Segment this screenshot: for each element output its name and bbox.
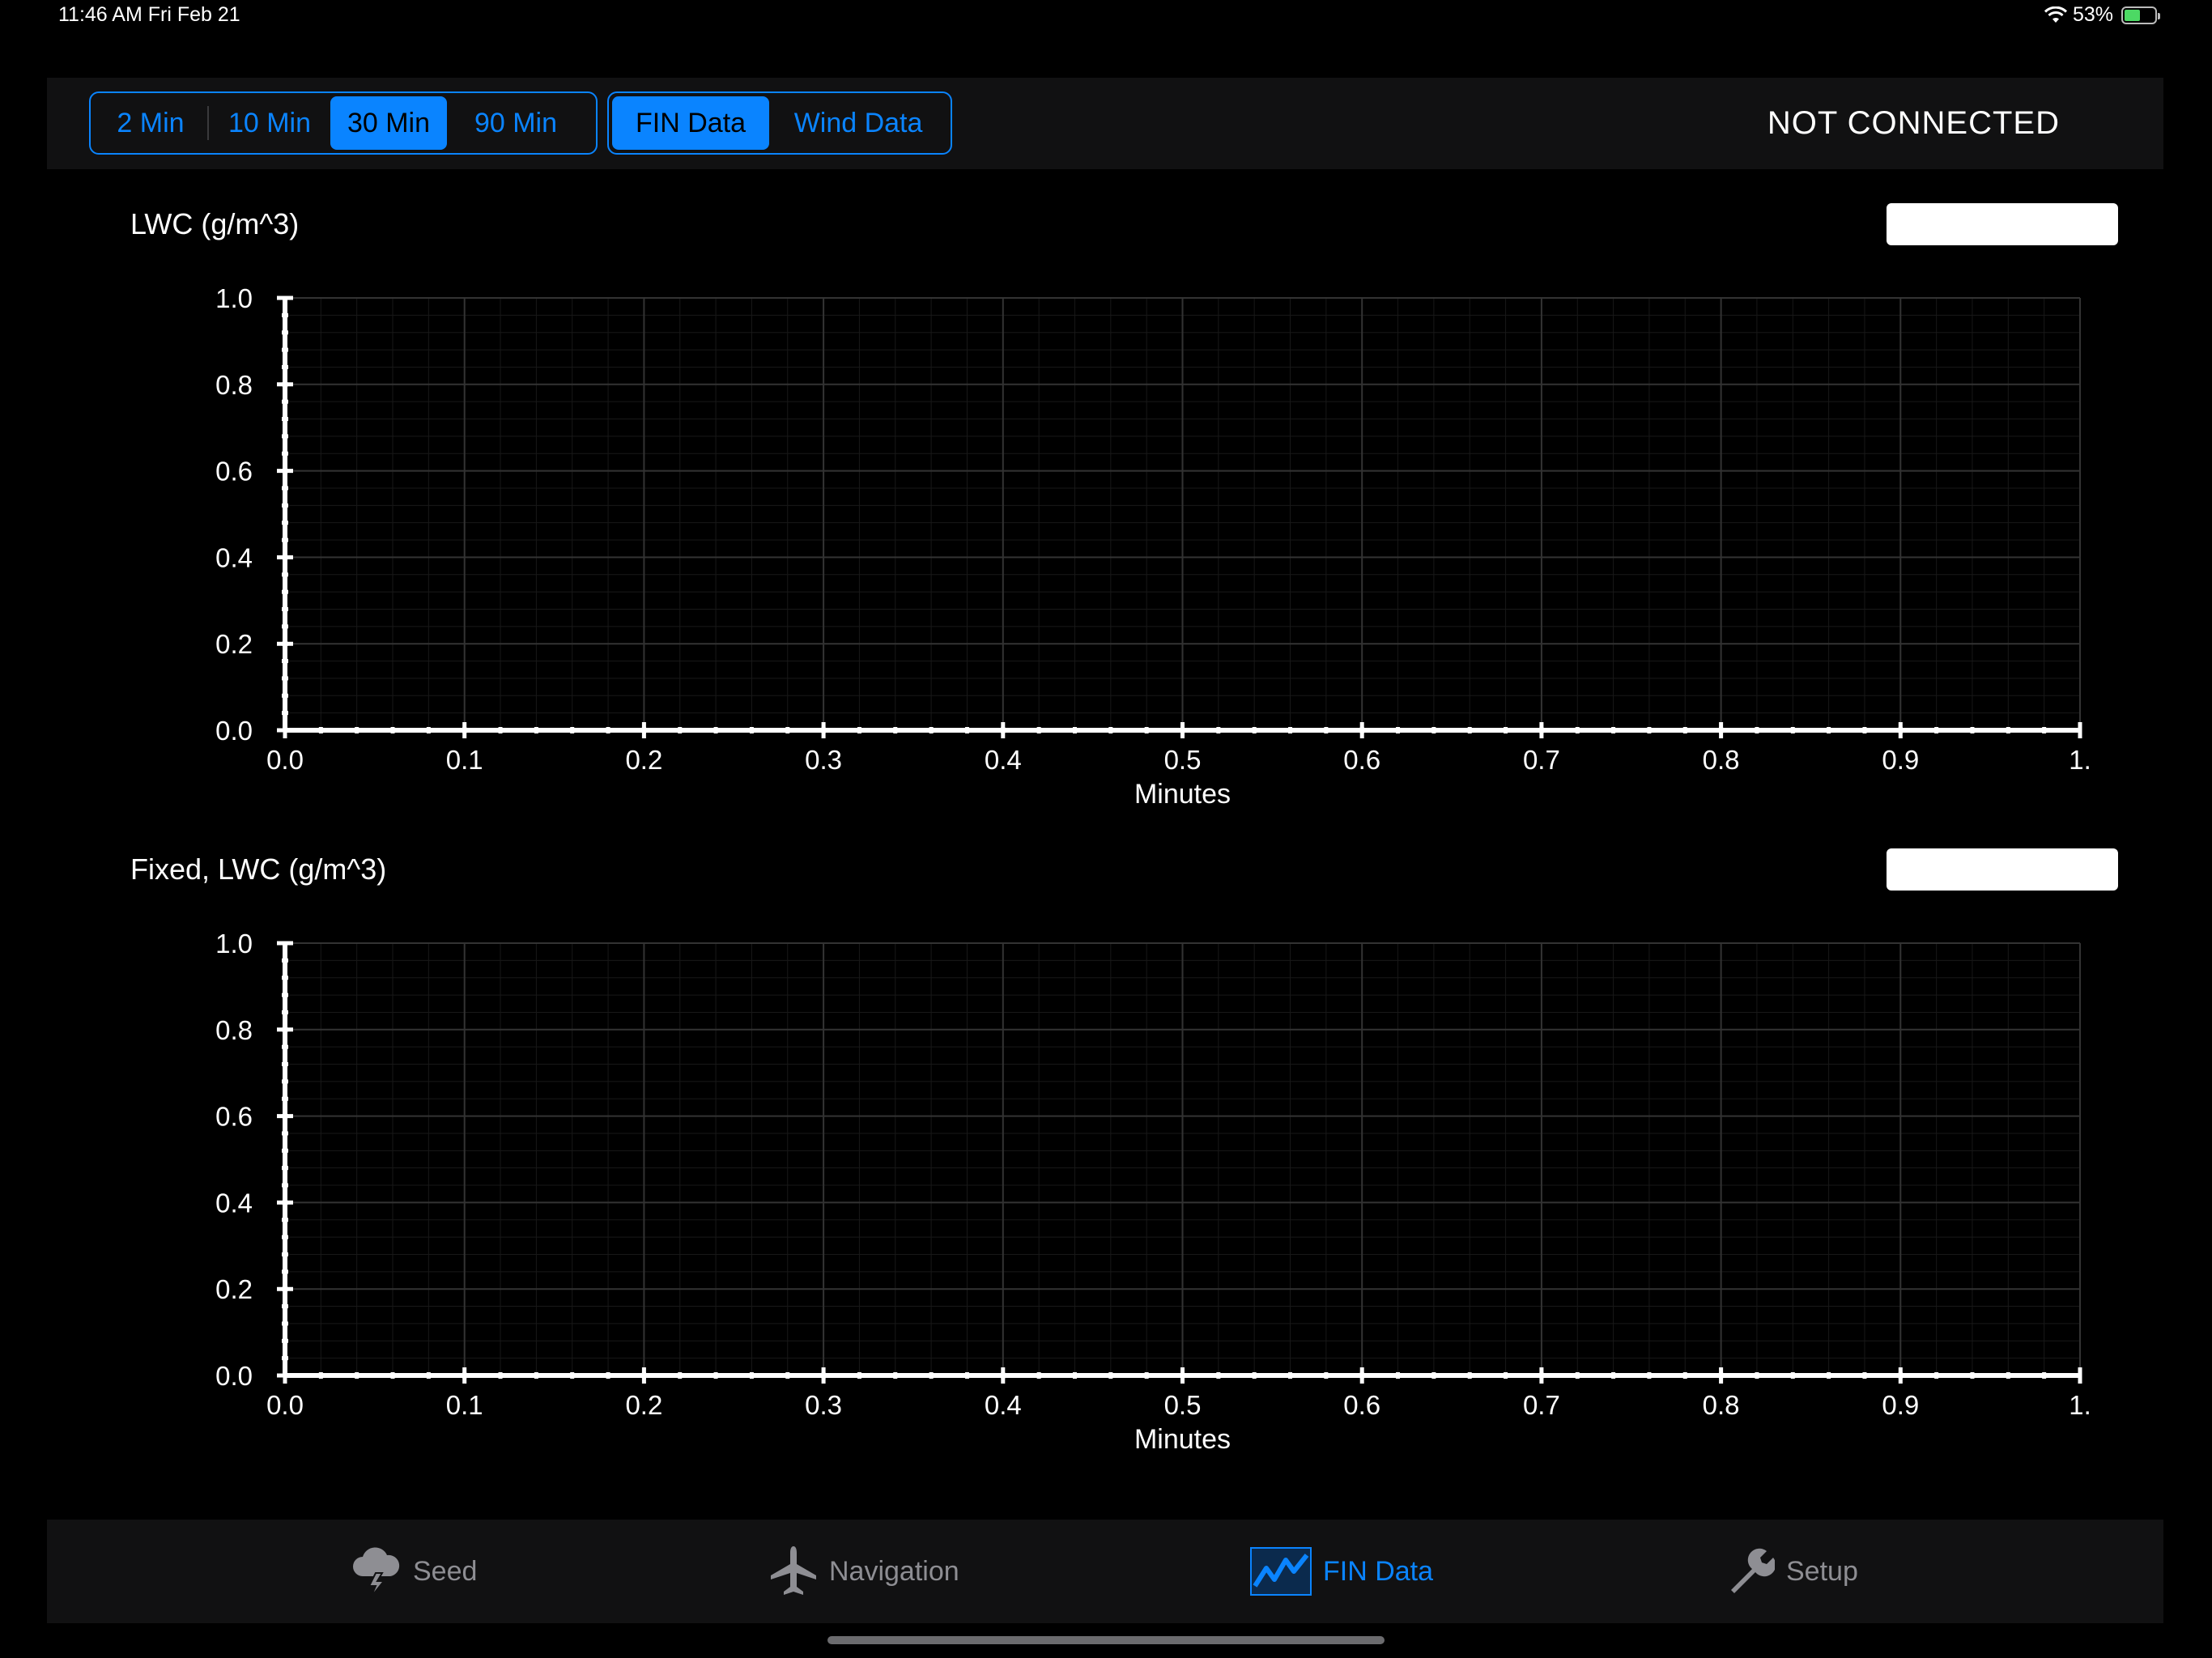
x-tick-label: 0.1	[446, 1390, 483, 1420]
y-tick-label: 0.2	[215, 629, 253, 659]
x-tick-label: 0.7	[1523, 745, 1560, 775]
tab-navigation-label: Navigation	[829, 1555, 959, 1587]
tab-bar: Seed Navigation FIN Data Setup	[47, 1520, 2163, 1623]
y-tick-label: 0.6	[215, 457, 253, 487]
x-tick-label: 0.3	[805, 1390, 842, 1420]
tab-navigation[interactable]: Navigation	[769, 1520, 959, 1623]
y-tick-label: 0.6	[215, 1102, 253, 1132]
x-tick-label: 0.5	[1164, 1390, 1202, 1420]
y-tick-label: 0.0	[215, 716, 253, 746]
tab-fin-data[interactable]: FIN Data	[1250, 1520, 1433, 1623]
x-tick-label: 0.6	[1343, 745, 1380, 775]
x-tick-label: 0.1	[446, 745, 483, 775]
tab-seed[interactable]: Seed	[351, 1520, 477, 1623]
y-tick-label: 0.2	[215, 1274, 253, 1304]
wrench-icon	[1731, 1548, 1775, 1593]
x-tick-label: 0.3	[805, 745, 842, 775]
x-axis-title: Minutes	[1134, 1424, 1231, 1455]
y-tick-label: 0.4	[215, 542, 253, 572]
x-tick-label: 0.8	[1703, 745, 1740, 775]
y-tick-label: 1.0	[215, 283, 253, 313]
x-tick-label: 0.2	[625, 745, 662, 775]
x-tick-label: 0.9	[1882, 1390, 1919, 1420]
cloud-lightning-icon	[353, 1547, 400, 1598]
x-tick-label: 0.2	[625, 1390, 662, 1420]
chart-1: 0.0 0.1 0.2 0.3 0.4 0.5 0.6 0.7 0.8 0.9 1. 0.0 0.2 0.…	[215, 283, 2091, 810]
x-tick-label: 1.	[2069, 745, 2091, 775]
line-chart-icon	[1250, 1547, 1312, 1596]
tab-setup[interactable]: Setup	[1726, 1520, 1858, 1623]
y-tick-label: 0.0	[215, 1361, 253, 1391]
x-tick-label: 0.9	[1882, 745, 1919, 775]
x-tick-label: 1.	[2069, 1390, 2091, 1420]
x-tick-label: 0.7	[1523, 1390, 1560, 1420]
y-tick-label: 0.4	[215, 1188, 253, 1218]
y-tick-label: 0.8	[215, 370, 253, 400]
x-tick-label: 0.0	[266, 1390, 304, 1420]
tab-seed-label: Seed	[413, 1555, 478, 1587]
x-tick-label: 0.6	[1343, 1390, 1380, 1420]
chart-2: 0.0 0.1 0.2 0.3 0.4 0.5 0.6 0.7 0.8 0.9 1. 0.0 0.2 0.…	[215, 929, 2091, 1455]
x-tick-label: 0.4	[985, 1390, 1022, 1420]
y-tick-label: 0.8	[215, 1015, 253, 1045]
tab-fin-data-label: FIN Data	[1323, 1555, 1434, 1587]
home-indicator[interactable]	[827, 1636, 1385, 1644]
x-tick-label: 0.8	[1703, 1390, 1740, 1420]
x-axis-title: Minutes	[1134, 779, 1231, 810]
tab-setup-label: Setup	[1786, 1555, 1858, 1587]
x-tick-label: 0.0	[266, 745, 304, 775]
y-tick-label: 1.0	[215, 929, 253, 959]
x-tick-label: 0.5	[1164, 745, 1202, 775]
airplane-icon	[771, 1546, 816, 1595]
charts-canvas: 0.0 0.1 0.2 0.3 0.4 0.5 0.6 0.7 0.8 0.9 1. 0.0 0.2 0.…	[215, 283, 2091, 1455]
x-tick-label: 0.4	[985, 745, 1022, 775]
